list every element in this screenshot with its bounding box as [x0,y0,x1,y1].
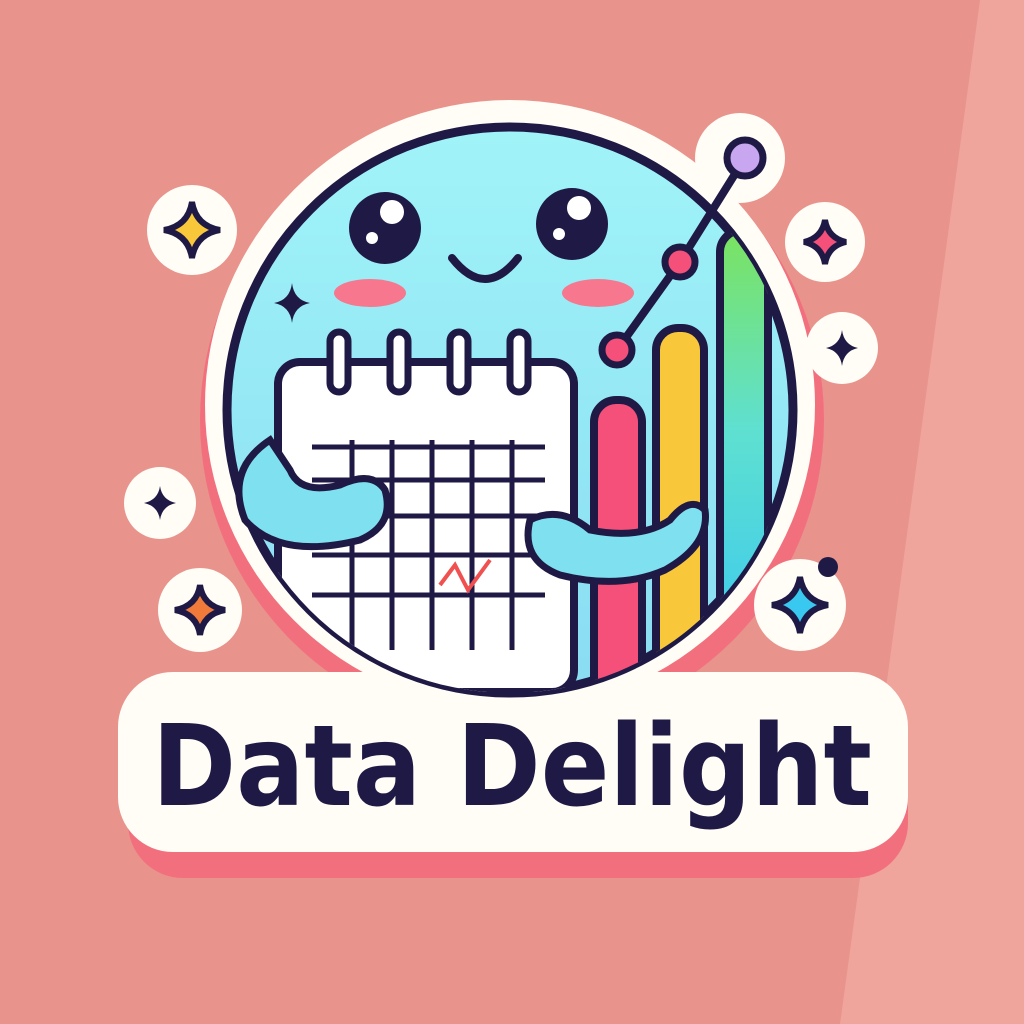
blush-right [562,279,634,307]
face-circle [222,122,798,698]
blush-left [334,279,406,307]
data-delight-logo: Data Delight [0,0,1024,1024]
logo-title: Data Delight [152,702,872,832]
